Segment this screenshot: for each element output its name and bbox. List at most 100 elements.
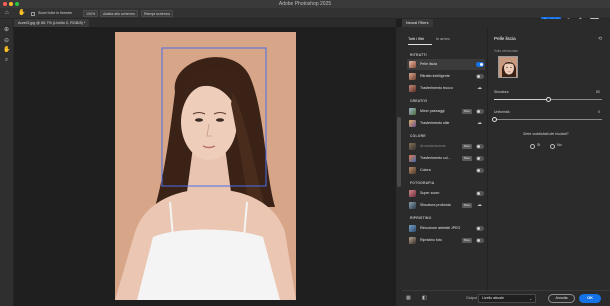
- hand-tool-icon[interactable]: ✋: [18, 10, 25, 17]
- reset-icon[interactable]: ⟲: [598, 36, 602, 42]
- filter-label: Super zoom: [420, 191, 440, 195]
- filter-label: Trasferimento trucco: [420, 86, 453, 90]
- filter-row-sfocatura-profonda[interactable]: Sfocatura profonda Beta ☁: [407, 200, 485, 211]
- filter-thumbnail: [409, 120, 416, 127]
- cloud-download-icon[interactable]: ☁: [477, 202, 482, 209]
- filter-label: Trasferimento stile: [420, 121, 450, 125]
- filter-thumbnail: [409, 167, 416, 174]
- filter-row-trasferimento-stile[interactable]: Trasferimento stile ☁: [407, 118, 485, 129]
- tab-coming-soon[interactable]: In arrivo: [436, 37, 450, 41]
- active-tab-underline: [408, 44, 432, 45]
- slider-knob[interactable]: [491, 117, 497, 122]
- filter-label: Colora: [420, 168, 431, 172]
- search-icon[interactable]: ⌕: [3, 57, 10, 64]
- cloud-download-icon[interactable]: ☁: [477, 120, 482, 127]
- filter-thumbnail: [409, 155, 416, 162]
- home-icon[interactable]: ⌂: [5, 10, 9, 17]
- filter-row-colora[interactable]: Colora: [407, 165, 485, 176]
- filter-label: Pelle liscia: [420, 62, 437, 66]
- beta-badge: Beta: [462, 144, 472, 149]
- slider-knob[interactable]: [545, 97, 551, 102]
- beta-badge: Beta: [462, 203, 472, 208]
- beta-badge: Beta: [462, 238, 472, 243]
- filter-label: Mixer paesaggi: [420, 109, 445, 113]
- portrait-photo: [115, 32, 296, 300]
- filter-toggle[interactable]: [476, 226, 484, 231]
- feedback-question: Siete soddisfatti dei risultati?: [523, 132, 569, 136]
- no-label: No: [557, 143, 562, 147]
- filter-toggle[interactable]: [476, 156, 484, 161]
- filter-toggle[interactable]: [476, 238, 484, 243]
- slider-label: Uniformità: [494, 110, 510, 114]
- face-thumbnail-image: [499, 57, 517, 77]
- filter-label: Ripristino foto: [420, 238, 442, 242]
- slider-value: 50: [596, 90, 600, 94]
- filter-row-trasferimento-colore[interactable]: Trasferimento col... Beta: [407, 153, 485, 164]
- filter-toggle[interactable]: [476, 74, 484, 79]
- ok-button[interactable]: OK: [579, 294, 601, 303]
- zoom-in-icon[interactable]: ⊕: [3, 27, 10, 34]
- face-thumbnail[interactable]: [498, 56, 518, 78]
- document-tab-label: Aurel3.jpg @ 66,7% (Livello 0, RGB/8) *: [18, 21, 86, 25]
- filters-list-panel: Tutti i filtri In arrivo RITRATTI Pelle …: [402, 27, 488, 306]
- filter-thumbnail: [409, 225, 416, 232]
- slider-track[interactable]: [494, 119, 602, 120]
- filter-row-armonizzazione[interactable]: Armonizzazione Beta: [407, 141, 485, 152]
- output-select[interactable]: Livello attuale ⌄: [478, 294, 536, 303]
- filter-thumbnail: [409, 73, 416, 80]
- filter-thumbnail: [409, 85, 416, 92]
- cloud-download-icon[interactable]: ☁: [477, 85, 482, 92]
- layers-icon[interactable]: ▦: [406, 295, 411, 301]
- window-title: Adobe Photoshop 2025: [278, 1, 332, 7]
- filter-thumbnail: [409, 108, 416, 115]
- scroll-all-label: Scorri tutte le finestre: [38, 11, 72, 15]
- selected-face-label: Volto selezionato: [494, 49, 519, 53]
- filter-row-ripristino-foto[interactable]: Ripristino foto Beta: [407, 235, 485, 246]
- filter-toggle[interactable]: [476, 191, 484, 196]
- document-canvas[interactable]: [115, 32, 296, 300]
- yes-label: Sì: [537, 143, 541, 147]
- filter-row-pelle-liscia[interactable]: Pelle liscia: [407, 59, 485, 70]
- neural-filters-title: Neural Filters: [402, 19, 433, 27]
- zoom-out-icon[interactable]: ⊖: [3, 38, 10, 45]
- filter-row-ritratto-intelligente[interactable]: Ritratto intelligente: [407, 71, 485, 82]
- category-title: FOTOGRAFIA: [410, 181, 435, 185]
- filter-row-super-zoom[interactable]: Super zoom: [407, 188, 485, 199]
- scrollbar-thumb[interactable]: [397, 117, 401, 187]
- preview-icon[interactable]: ◧: [422, 295, 427, 301]
- neural-filters-footer: ▦ ◧ Output Livello attuale ⌄ Annulla OK: [402, 290, 610, 306]
- output-select-value: Livello attuale: [482, 296, 504, 300]
- filter-detail-panel: Pelle liscia ⟲ Volto selezionato Sfocatu…: [488, 27, 610, 306]
- document-tab[interactable]: Aurel3.jpg @ 66,7% (Livello 0, RGB/8) *: [14, 19, 90, 27]
- filter-label: Armonizzazione: [420, 144, 446, 148]
- filter-row-rimozione-artefatti[interactable]: Rimozione artefatti JPEG: [407, 223, 485, 234]
- slider-label: Sfocatura: [494, 90, 509, 94]
- filter-toggle[interactable]: [476, 168, 484, 173]
- chevron-down-icon: ⌄: [529, 296, 533, 301]
- zoom-100-button[interactable]: 100%: [83, 10, 99, 17]
- filter-thumbnail: [409, 190, 416, 197]
- fill-screen-button[interactable]: Riempi schermo: [141, 10, 173, 17]
- filter-row-mixer-paesaggi[interactable]: Mixer paesaggi Beta: [407, 106, 485, 117]
- filter-toggle[interactable]: [476, 62, 484, 67]
- options-bar: ⌂ ✋ Scorri tutte le finestre 100% Adatta…: [0, 8, 610, 24]
- category-title: COLORE: [410, 134, 426, 138]
- no-radio[interactable]: [550, 144, 555, 149]
- document-tabs: Aurel3.jpg @ 66,7% (Livello 0, RGB/8) *: [14, 19, 396, 27]
- filter-thumbnail: [409, 61, 416, 68]
- filter-thumbnail: [409, 143, 416, 150]
- neural-filters-header: Neural Filters: [402, 19, 610, 27]
- slider-value: 0: [598, 110, 600, 114]
- filter-label: Ritratto intelligente: [420, 74, 450, 78]
- cancel-button[interactable]: Annulla: [548, 294, 575, 303]
- yes-radio[interactable]: [530, 144, 535, 149]
- tab-all-filters[interactable]: Tutti i filtri: [408, 37, 424, 41]
- scroll-all-checkbox[interactable]: [31, 12, 35, 16]
- fit-screen-button[interactable]: Adatta allo schermo: [100, 10, 138, 17]
- filter-toggle[interactable]: [476, 144, 484, 149]
- title-bar: Adobe Photoshop 2025: [0, 0, 610, 8]
- filter-label: Sfocatura profonda: [420, 203, 451, 207]
- filter-toggle[interactable]: [476, 109, 484, 114]
- hand-icon[interactable]: ✋: [3, 47, 10, 54]
- filter-row-trasferimento-trucco[interactable]: Trasferimento trucco ☁: [407, 83, 485, 94]
